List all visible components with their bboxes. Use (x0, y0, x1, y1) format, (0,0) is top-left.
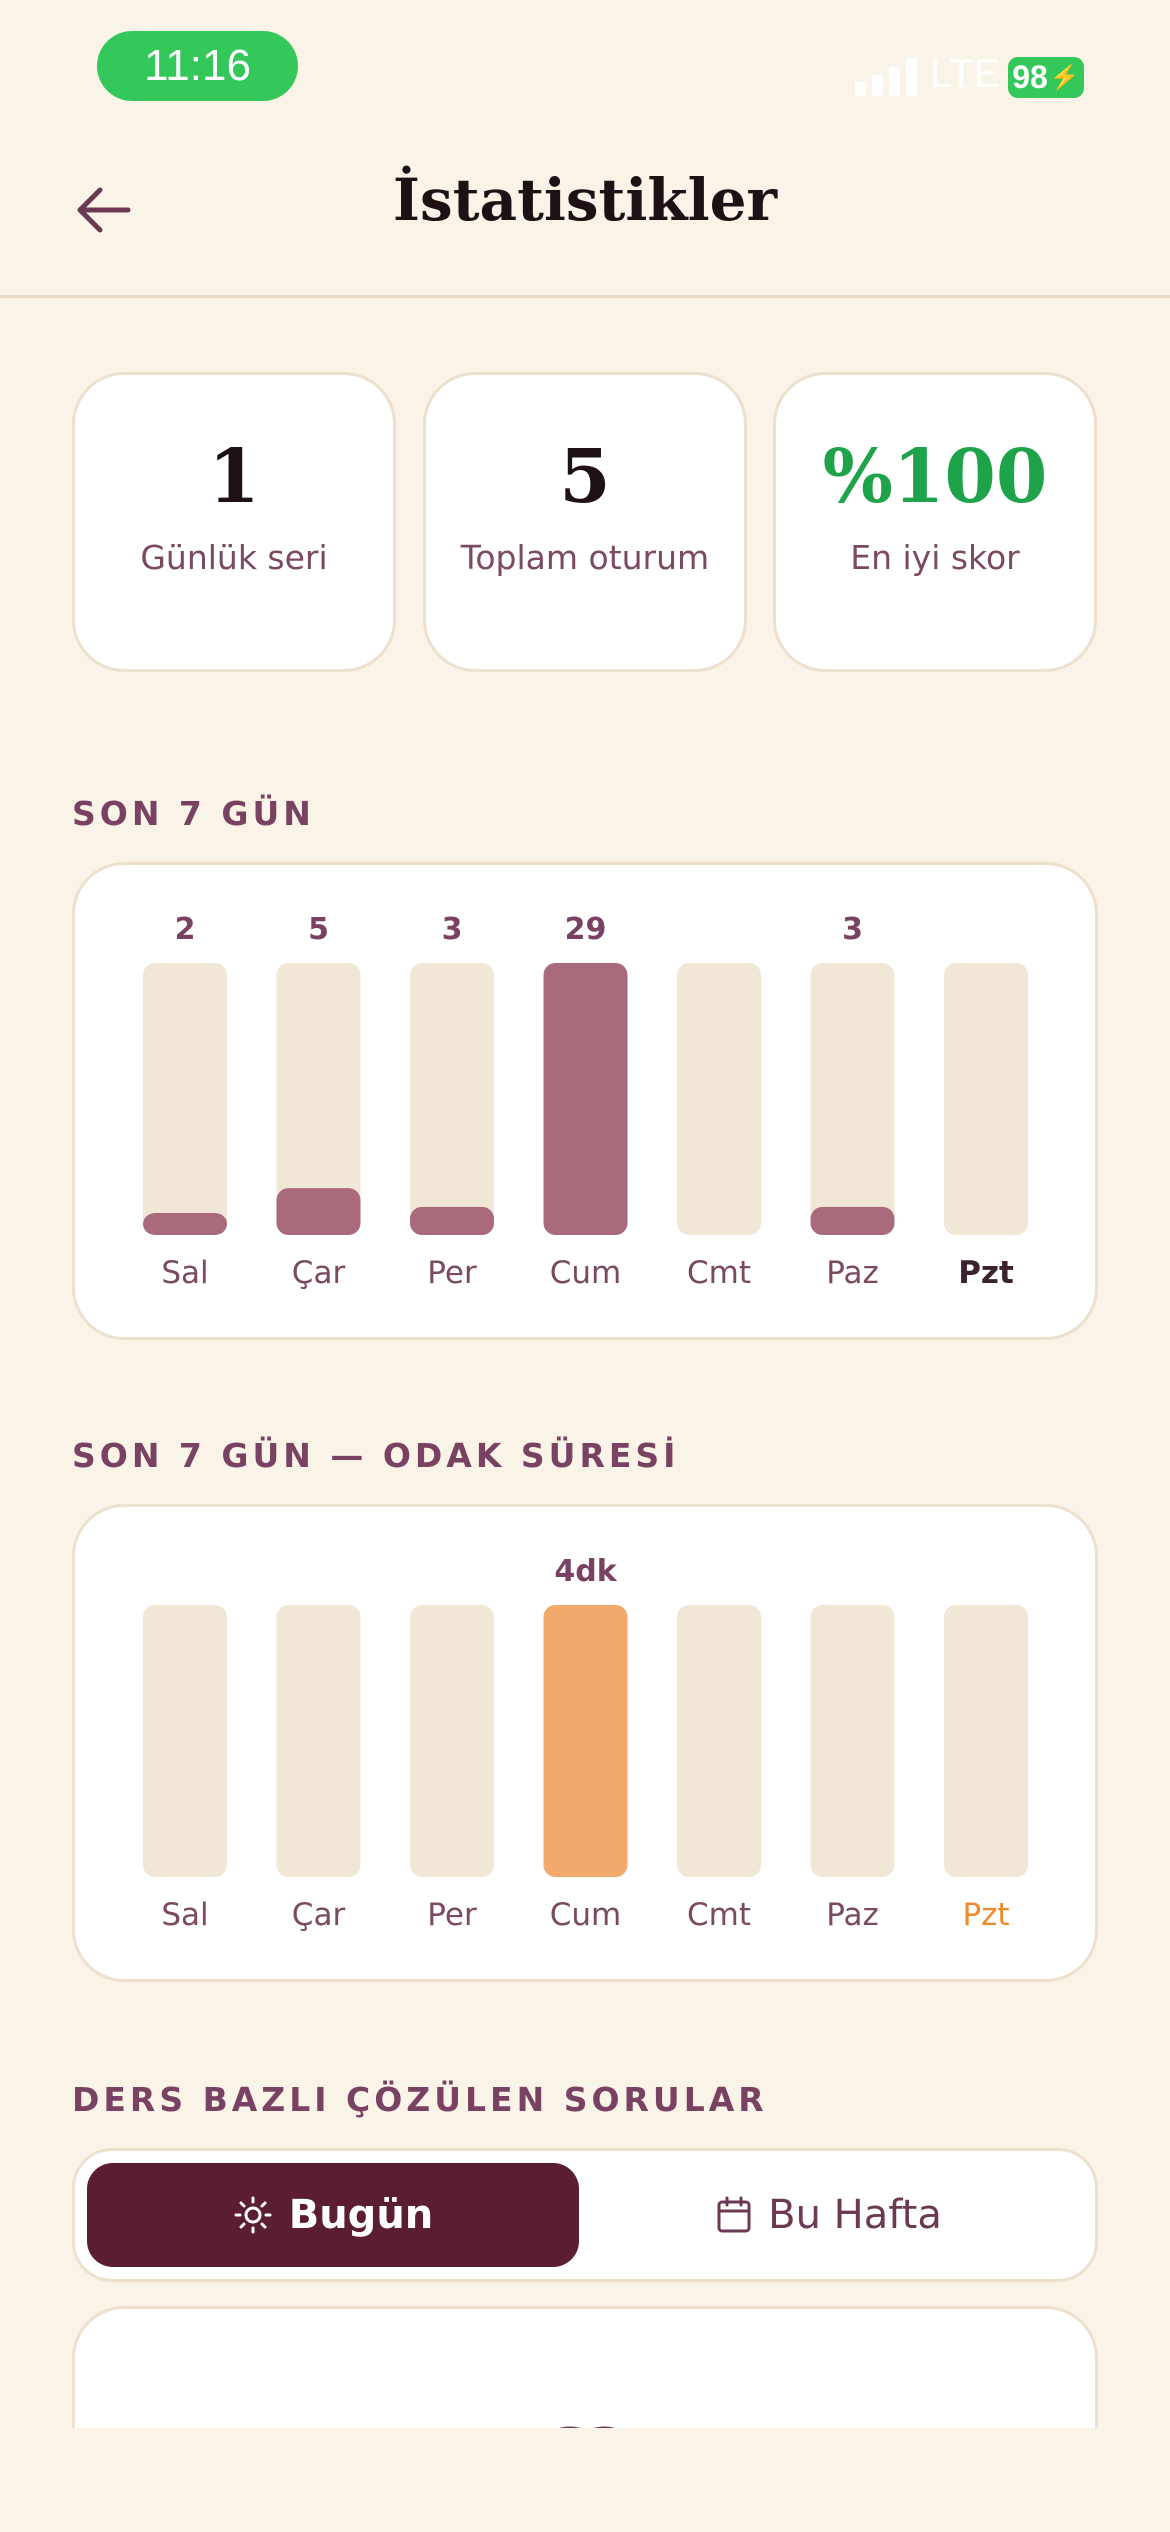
section-title-sessions: SON 7 GÜN (72, 794, 315, 833)
today-tab[interactable]: Bugün (87, 2163, 579, 2267)
focus-chart-card: Sal Çar Per 4dk Cum Cmt Paz Pzt (72, 1504, 1098, 1982)
calendar-icon (717, 2196, 751, 2233)
stat-card-best-score: %100 En iyi skor (773, 372, 1097, 672)
day-label: Çar (292, 1255, 346, 1291)
bar-value-label: 5 (308, 912, 329, 947)
bar-track (410, 963, 494, 1235)
bar-value-label: 3 (842, 912, 863, 947)
bar-value-label: 3 (442, 912, 463, 947)
stat-value: 1 (208, 434, 260, 520)
day-label: Per (427, 1897, 477, 1933)
stat-label: Toplam oturum (460, 538, 710, 578)
stat-card-streak: 1 Günlük seri (72, 372, 396, 672)
battery-level: 98 (1012, 59, 1048, 95)
period-segmented-control: Bugün Bu Hafta (72, 2148, 1098, 2282)
sun-icon (234, 2196, 272, 2234)
bar-track (677, 1605, 761, 1877)
bar-track (944, 963, 1028, 1235)
battery-icon: 98 ⚡ (1008, 57, 1084, 98)
day-label: Cmt (687, 1255, 751, 1291)
day-label: Per (427, 1255, 477, 1291)
bar-value-label: 2 (175, 912, 196, 947)
network-type: LTE (930, 52, 1001, 96)
bar-track (810, 1605, 895, 1877)
stat-label: En iyi skor (850, 538, 1020, 578)
sessions-bar-chart: 2 Sal 5 Çar 3 Per 29 Cum Cmt 3 Paz Pzt (143, 912, 1028, 1291)
bar-value-label: 4dk (554, 1554, 617, 1589)
day-label: Paz (826, 1255, 879, 1291)
stat-label: Günlük seri (140, 538, 328, 578)
day-label: Paz (826, 1897, 879, 1933)
bar-value-label: 29 (565, 912, 607, 947)
day-label: Cmt (687, 1897, 751, 1933)
bar-track (143, 1605, 227, 1877)
bar-track (143, 963, 227, 1235)
bar-çar (276, 1188, 361, 1235)
bar-track (944, 1605, 1028, 1877)
bottom-fade (0, 2428, 1170, 2532)
day-label: Sal (161, 1897, 208, 1933)
bar-paz (810, 1206, 895, 1235)
day-label: Sal (161, 1255, 208, 1291)
stat-value: %100 (822, 434, 1048, 520)
day-label: Cum (550, 1255, 622, 1291)
bar-track (276, 1605, 361, 1877)
section-title-subjects: DERS BAZLI ÇÖZÜLEN SORULAR (72, 2080, 768, 2119)
day-label: Pzt (962, 1897, 1009, 1933)
day-label: Cum (550, 1897, 622, 1933)
signal-icon (855, 58, 917, 96)
section-title-focus: SON 7 GÜN — ODAK SÜRESİ (72, 1436, 680, 1475)
sessions-chart-card: 2 Sal 5 Çar 3 Per 29 Cum Cmt 3 Paz Pzt (72, 862, 1098, 1340)
day-label: Pzt (958, 1255, 1014, 1291)
bar-sal (143, 1213, 227, 1235)
bar-track (410, 1605, 494, 1877)
bar-cum (543, 963, 628, 1235)
status-bar: 11:16 LTE 98 ⚡ (0, 0, 1170, 130)
today-tab-label: Bugün (288, 2192, 434, 2238)
page-title: İstatistikler (392, 166, 778, 234)
bar-cum (543, 1605, 628, 1877)
this-week-tab-label: Bu Hafta (768, 2192, 942, 2238)
day-label: Çar (292, 1897, 346, 1933)
focus-bar-chart: Sal Çar Per 4dk Cum Cmt Paz Pzt (143, 1554, 1028, 1933)
stat-value: 5 (559, 434, 611, 520)
status-time: 11:16 (97, 31, 298, 101)
stat-card-sessions: 5 Toplam oturum (423, 372, 747, 672)
header: İstatistikler (0, 130, 1170, 298)
bar-track (677, 963, 761, 1235)
bar-per (410, 1206, 494, 1235)
this-week-tab[interactable]: Bu Hafta (583, 2163, 1075, 2267)
bar-track (810, 963, 895, 1235)
